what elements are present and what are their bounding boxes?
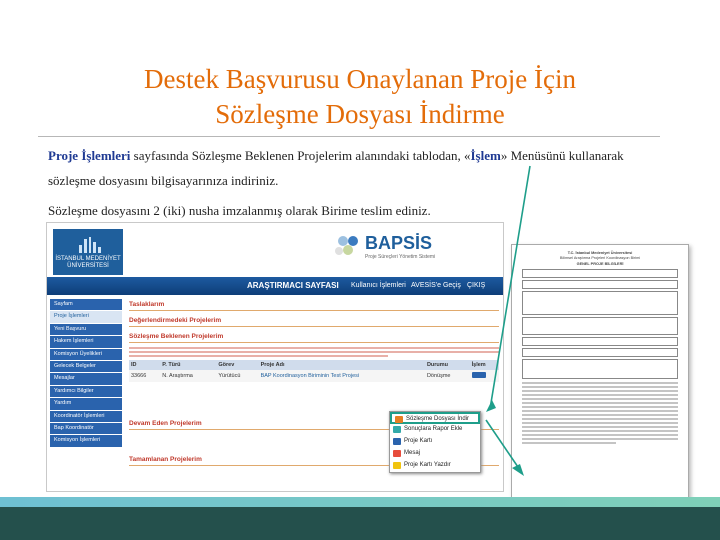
doc-heading: GENEL PROJE BİLGİLERİ: [576, 262, 624, 267]
cell-status: Dönüşme: [424, 370, 470, 382]
sidebar-item[interactable]: Koordinatör İşlemleri: [50, 410, 122, 422]
th-role: Görev: [216, 360, 259, 370]
title-divider: [38, 136, 660, 137]
contract-document-preview: T.C. İstanbul Medeniyet Üniversitesi Bil…: [511, 244, 689, 516]
menu-label: Proje Kartı: [404, 438, 433, 444]
bapsis-brand: BAPSİS Proje Süreçleri Yönetim Sistemi: [365, 233, 435, 260]
action-popup-menu: Sözleşme Dosyası İndir Sonuçlara Rapor E…: [389, 411, 481, 473]
th-status: Durumu: [424, 360, 470, 370]
th-action: İşlem: [469, 360, 499, 370]
info-note-placeholder: [129, 347, 499, 357]
action-menu-icon: [471, 372, 486, 378]
card-icon: [393, 438, 401, 445]
paragraph-1-line-1: Proje İşlemleri sayfasında Sözleşme Bekl…: [48, 147, 624, 165]
screenshot-header: İSTANBUL MEDENİYET ÜNİVERSİTESİ BAPSİS P…: [47, 223, 503, 277]
menu-item-result-report[interactable]: Sonuçlara Rapor Ekle: [390, 424, 480, 436]
doc-field: [522, 279, 678, 289]
word-doc-icon: [395, 416, 403, 423]
doc-field: [522, 290, 678, 315]
print-icon: [393, 462, 401, 469]
th-type: P. Türü: [160, 360, 217, 370]
proje-islemleri-label: Proje İşlemleri: [48, 148, 131, 163]
slide: Destek Başvurusu Onaylanan Proje İçin Sö…: [0, 0, 720, 540]
title-line-2: Sözleşme Dosyası İndirme: [215, 99, 505, 129]
university-logo: İSTANBUL MEDENİYET ÜNİVERSİTESİ: [53, 229, 123, 275]
brand-name: BAPSİS: [365, 233, 433, 253]
doc-field: [522, 316, 678, 335]
cell-project-name[interactable]: BAP Koordinasyon Biriminin Test Projesi: [258, 370, 425, 382]
menu-item-print-card[interactable]: Proje Kartı Yazdır: [390, 460, 480, 472]
sidebar-item-active[interactable]: Proje İşlemleri: [50, 311, 122, 323]
doc-sub: Bilimsel Araştırma Projeleri Koordinasyo…: [559, 255, 641, 260]
cell-type: N. Araştırma: [160, 370, 217, 382]
footer-bar: [0, 507, 720, 540]
islem-label: İşlem: [470, 148, 501, 163]
doc-field: [522, 358, 678, 379]
th-name: Proje Adı: [258, 360, 425, 370]
sidebar-item[interactable]: Gelecek Belgeler: [50, 360, 122, 373]
cell-id: 33666: [129, 370, 161, 382]
menu-label: Sonuçlara Rapor Ekle: [404, 426, 463, 432]
sidebar-item[interactable]: Hakem İşlemleri: [50, 336, 122, 348]
table-row: 33666 N. Araştırma Yürütücü BAP Koordina…: [129, 370, 499, 382]
sidebar-item[interactable]: Mesajlar: [50, 373, 122, 385]
projects-table: ID P. Türü Görev Proje Adı Durumu İşlem …: [129, 360, 499, 382]
menu-label: Proje Kartı Yazdır: [404, 462, 451, 468]
sidebar-item[interactable]: Komisyon Üyelikleri: [50, 348, 122, 360]
sidebar-item[interactable]: Yardım: [50, 398, 122, 410]
menu-item-message[interactable]: Mesaj: [390, 448, 480, 460]
top-navbar: ARAŞTIRMACI SAYFASI Kullanıcı İşlemleri …: [47, 277, 503, 295]
logo-bars-icon: [79, 237, 101, 253]
cell-role: Yürütücü: [216, 370, 259, 382]
footer-stripe: [0, 497, 720, 507]
sidebar-item[interactable]: Bap Koordinatör: [50, 422, 122, 435]
logo-text: İSTANBUL MEDENİYET ÜNİVERSİTESİ: [55, 256, 121, 269]
para1-tail: » Menüsünü kullanarak: [500, 148, 624, 163]
mail-icon: [393, 450, 401, 457]
bapsis-screenshot: İSTANBUL MEDENİYET ÜNİVERSİTESİ BAPSİS P…: [46, 222, 504, 492]
paragraph-1-line-2: sözleşme dosyasını bilgisayarınıza indir…: [48, 173, 279, 188]
doc-field: [522, 336, 678, 346]
paragraph-2: Sözleşme dosyasını 2 (iki) nusha imzalan…: [48, 203, 431, 218]
menu-label: Sözleşme Dosyası İndir: [406, 416, 470, 422]
para1-mid: sayfasında Sözleşme Beklenen Projelerim …: [130, 148, 471, 163]
bapsis-hex-icon: [335, 236, 358, 255]
doc-field: [522, 347, 678, 357]
brand-sub: Proje Süreçleri Yönetim Sistemi: [365, 254, 436, 260]
nav-exit-link[interactable]: ÇIKIŞ: [467, 282, 485, 289]
doc-field: [522, 268, 678, 278]
menu-item-download-contract[interactable]: Sözleşme Dosyası İndir: [390, 412, 480, 424]
sidebar: Sayfam Proje İşlemleri Yeni Başvuru Hake…: [50, 299, 122, 448]
th-id: ID: [129, 360, 161, 370]
slide-title: Destek Başvurusu Onaylanan Proje İçin Sö…: [60, 62, 660, 132]
nav-user-link[interactable]: Kullanıcı İşlemleri: [351, 282, 406, 289]
section-heading[interactable]: Değerlendirmedeki Projelerim: [129, 315, 499, 327]
menu-item-project-card[interactable]: Proje Kartı: [390, 436, 480, 448]
sidebar-item[interactable]: Yeni Başvuru: [50, 323, 122, 336]
title-line-1: Destek Başvurusu Onaylanan Proje İçin: [144, 64, 576, 94]
sidebar-item[interactable]: Komisyon İşlemleri: [50, 435, 122, 447]
nav-title: ARAŞTIRMACI SAYFASI: [247, 281, 339, 290]
sidebar-item[interactable]: Sayfam: [50, 299, 122, 311]
menu-label: Mesaj: [404, 450, 421, 456]
section-heading[interactable]: Taslaklarım: [129, 299, 499, 311]
action-menu-button[interactable]: [469, 370, 499, 382]
nav-avesis-link[interactable]: AVESİS'e Geçiş: [411, 282, 461, 289]
section-heading[interactable]: Sözleşme Beklenen Projelerim: [129, 331, 499, 343]
report-icon: [393, 426, 401, 433]
sidebar-item[interactable]: Yardımcı Bilgiler: [50, 385, 122, 398]
doc-text-lines: [522, 381, 678, 444]
table-header-row: ID P. Türü Görev Proje Adı Durumu İşlem: [129, 360, 499, 370]
